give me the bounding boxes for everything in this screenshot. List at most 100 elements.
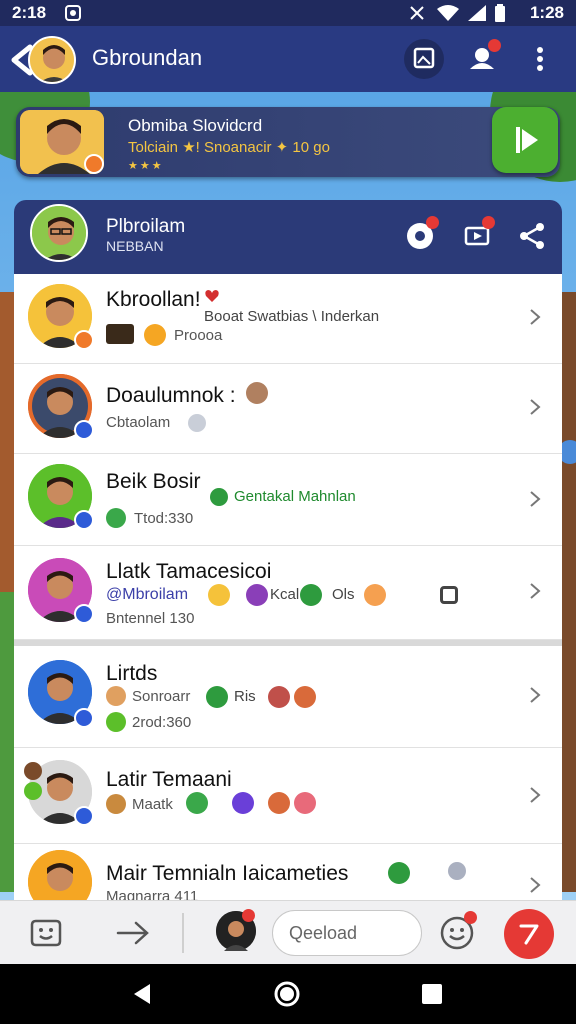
emoji-icon [300, 584, 322, 606]
chevron-right-icon [528, 308, 542, 326]
chat-list: Kbroollan! Booat Swatbias \ Inderkan Pro… [14, 274, 562, 900]
heart-icon [204, 288, 220, 304]
status-badge [74, 420, 94, 440]
notification-badge [426, 216, 439, 229]
emoji-picker-button[interactable] [28, 915, 64, 951]
featured-card[interactable]: Obmiba Slovidcrd Tolciain ★! Snoanacir ✦… [16, 107, 560, 177]
emoji-icon [106, 686, 126, 706]
sticker-icon [106, 324, 134, 344]
emoji-icon [232, 792, 254, 814]
last-message: Maatk [132, 796, 173, 813]
avatar [28, 36, 76, 84]
more-vert-icon [537, 47, 543, 71]
emoji-icon [144, 324, 166, 346]
list-item[interactable]: Kbroollan! Booat Swatbias \ Inderkan Pro… [14, 274, 562, 364]
last-message: Ttod:330 [134, 510, 194, 527]
list-item[interactable]: Mair Temnialn Iaicameties Magnarra 411 [14, 844, 562, 900]
mention-text: @Mbroilam [106, 586, 189, 603]
notification-badge [242, 909, 255, 922]
page-title: Gbroundan [92, 45, 203, 70]
user-avatar[interactable] [216, 909, 256, 951]
more-options-button[interactable] [522, 39, 558, 79]
arrow-right-icon [116, 921, 149, 945]
group-title: Plbroilam [106, 216, 186, 237]
featured-title: Obmiba Slovidcrd [128, 116, 263, 135]
home-nav-button[interactable] [274, 981, 300, 1007]
emoji-icon [448, 862, 466, 880]
notification-badge [482, 216, 495, 229]
status-badge [74, 806, 94, 826]
battery-icon [494, 4, 506, 22]
smiley-icon [30, 919, 62, 947]
featured-subtitle: Tolciain ★! Snoanacir ✦ 10 go [128, 139, 330, 156]
back-nav-button[interactable] [130, 982, 154, 1006]
last-message: Sonroarr [132, 688, 191, 705]
last-message: Magnarra 411 [106, 888, 199, 900]
share-icon [520, 223, 544, 249]
emoji-icon [106, 712, 126, 732]
group-header: Plbroilam NEBBAN [14, 200, 562, 274]
avatar [28, 850, 92, 900]
emoji-icon [106, 508, 126, 528]
notification-icon [64, 4, 82, 22]
wifi-icon [436, 4, 460, 22]
gallery-icon [413, 47, 435, 69]
back-button[interactable] [8, 36, 80, 84]
status-time-right: 1:28 [529, 3, 564, 22]
play-button[interactable] [492, 107, 558, 173]
list-item[interactable]: Latir Temaani Maatk [14, 748, 562, 844]
emoji-icon [208, 584, 230, 606]
home-circle-icon [274, 981, 300, 1007]
status-badge [74, 708, 94, 728]
status-bar: 2:18 1:28 [0, 0, 576, 26]
group-avatar[interactable] [30, 204, 88, 262]
group-button[interactable] [462, 39, 502, 79]
status-text: Gentakal Mahnlan [234, 488, 356, 505]
emoji-icon [388, 862, 410, 884]
message-input-field[interactable] [273, 911, 421, 955]
contact-name: Doaulumnok : [106, 384, 236, 407]
list-item[interactable]: Lirtds Sonroarr Ris 2rod:360 [14, 646, 562, 748]
contact-name: Mair Temnialn Iaicameties [106, 862, 349, 885]
contact-name: Latir Temaani [106, 768, 232, 791]
triangle-back-icon [134, 984, 150, 1004]
forward-button[interactable] [114, 919, 152, 947]
status-badge [74, 604, 94, 624]
list-item[interactable]: Beik Bosir Gentakal Mahnlan Ttod:330 [14, 454, 562, 546]
group-subtitle: NEBBAN [106, 238, 164, 254]
gallery-button[interactable] [404, 39, 444, 79]
app-bar: Gbroundan [0, 26, 576, 92]
system-nav-bar [0, 964, 576, 1024]
chevron-right-icon [528, 686, 542, 704]
message-input[interactable] [272, 910, 422, 956]
video-button[interactable] [460, 216, 496, 254]
emoji-icon [246, 382, 268, 404]
contact-name: Beik Bosir [106, 470, 201, 493]
status-text: Ris [234, 688, 256, 705]
reactions-button[interactable] [438, 911, 477, 951]
emoji-icon [268, 792, 290, 814]
emoji-icon [294, 686, 316, 708]
featured-avatar [20, 110, 104, 174]
recents-nav-button[interactable] [422, 984, 442, 1004]
rating-stars: ★★★ [128, 160, 164, 172]
emoji-icon [186, 792, 208, 814]
message-input-bar [0, 900, 576, 964]
contact-name: Lirtds [106, 662, 158, 685]
send-button[interactable] [504, 909, 554, 959]
status-text: Kcal [270, 586, 300, 603]
emoji-icon [24, 762, 42, 780]
status-time-left: 2:18 [12, 3, 47, 22]
notification-badge [488, 39, 501, 52]
emoji-icon [364, 584, 386, 606]
message-count: 2rod:360 [132, 714, 192, 731]
emoji-icon [294, 792, 316, 814]
chevron-right-icon [528, 786, 542, 804]
list-item[interactable]: Doaulumnok : Cbtaolam [14, 364, 562, 454]
list-item[interactable]: Llatk Tamacesicoi @Mbroilam Kcal Ols Bnt… [14, 546, 562, 640]
emoji-icon [188, 414, 206, 432]
signal-icon [466, 4, 488, 22]
share-button[interactable] [514, 218, 550, 254]
divider [182, 913, 184, 953]
settings-button[interactable] [402, 216, 439, 254]
